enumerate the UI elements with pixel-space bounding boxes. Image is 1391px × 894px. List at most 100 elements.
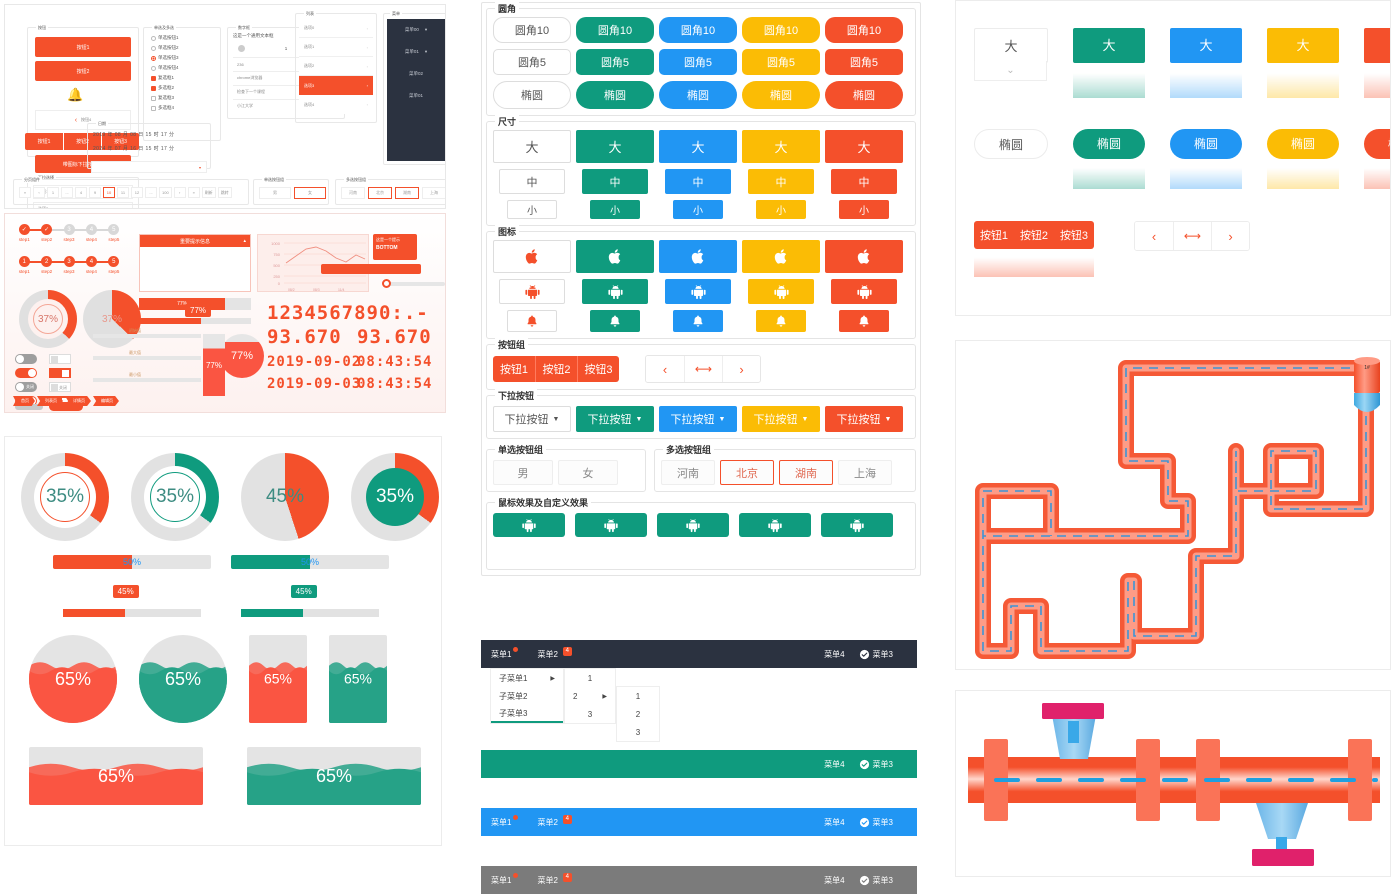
size-button-blue[interactable]: 中 — [665, 169, 731, 194]
step-item[interactable]: ✓ step1 — [13, 224, 47, 242]
list-item[interactable]: 选项1 › — [299, 38, 373, 57]
right-size-button-default[interactable]: 大 — [974, 28, 1048, 63]
bell-icon-button-blue[interactable] — [673, 310, 723, 332]
menu-item[interactable]: 菜单3 — [859, 817, 893, 828]
slider-handle[interactable] — [382, 279, 391, 288]
chevron-down-icon[interactable]: ⌄ — [974, 61, 1047, 81]
pager-check-item[interactable]: 上海 — [422, 187, 445, 199]
submenu-item-active[interactable]: 子菜单3 — [491, 705, 563, 723]
submenu-item[interactable]: 3 — [617, 723, 659, 741]
size-button-red[interactable]: 小 — [839, 200, 889, 219]
right-ellipse-button-red[interactable]: 椭圆 — [1364, 129, 1390, 159]
group-button-2[interactable]: 按钮2 — [535, 356, 577, 382]
step-item[interactable]: 2 step2 — [35, 256, 70, 274]
submenu-item[interactable]: 2 ▶ — [565, 687, 615, 705]
group-button-1[interactable]: 按钮1 — [493, 356, 535, 382]
radius-button-blue[interactable]: 圆角5 — [659, 49, 737, 75]
square-toggle-on[interactable] — [49, 368, 71, 378]
right-size-button-green[interactable]: 大 — [1073, 28, 1145, 63]
menu-item[interactable]: 菜单4 — [824, 759, 844, 770]
radius-button-red[interactable]: 圆角5 — [825, 49, 903, 75]
slider-track-4[interactable] — [93, 378, 201, 382]
bell-icon-button-green[interactable] — [590, 310, 640, 332]
size-button-yellow[interactable]: 大 — [742, 130, 820, 163]
radius-button-yellow[interactable]: 椭圆 — [742, 81, 820, 109]
slider-track-2[interactable] — [93, 334, 201, 338]
breadcrumb-item[interactable]: 详情页 — [65, 396, 91, 406]
menu-item[interactable]: 菜单3 — [859, 875, 893, 886]
pager-item[interactable]: 1 — [47, 187, 59, 198]
menu-item[interactable]: 菜单2 4 — [537, 646, 572, 660]
submenu-item[interactable]: 1 — [565, 669, 615, 687]
square-toggle-off-labeled[interactable]: 关闭 — [49, 382, 71, 392]
dropdown-button-blue[interactable]: 下拉按钮 ▼ — [659, 406, 737, 432]
right-size-button-blue[interactable]: 大 — [1170, 28, 1242, 63]
list-item[interactable]: 选项4 › — [299, 95, 373, 114]
radius-button-blue[interactable]: 椭圆 — [659, 81, 737, 109]
checkbox-button-option[interactable]: 河南 — [661, 460, 715, 485]
pager-radio-item[interactable]: 女 — [294, 187, 326, 199]
menu-item[interactable]: 菜单1 — [491, 872, 519, 886]
apple-icon-button-green[interactable] — [576, 240, 654, 273]
checkbox-button-option-selected[interactable]: 北京 — [720, 460, 774, 485]
right-ellipse-button-yellow[interactable]: 椭圆 — [1267, 129, 1339, 159]
right-group-button-2[interactable]: 按钮2 — [1014, 221, 1054, 249]
radius-button-green[interactable]: 椭圆 — [576, 81, 654, 109]
dropdown-button-green[interactable]: 下拉按钮 ▼ — [576, 406, 654, 432]
pager-radio-item[interactable]: 男 — [259, 187, 291, 199]
radius-button-green[interactable]: 圆角10 — [576, 17, 654, 43]
pager-item[interactable]: 刷新 — [201, 187, 216, 198]
collapse-icon[interactable]: ▴ — [243, 238, 246, 244]
right-size-button-yellow[interactable]: 大 — [1267, 28, 1339, 63]
apple-icon-button-default[interactable] — [493, 240, 571, 273]
form-check-item[interactable]: 多选框4 — [151, 105, 179, 111]
right-ellipse-button-green[interactable]: 椭圆 — [1073, 129, 1145, 159]
dropdown-button-red[interactable]: 下拉按钮 ▼ — [825, 406, 903, 432]
menu-item[interactable]: 菜单1 — [491, 814, 519, 828]
hover-effect-button[interactable] — [739, 513, 811, 537]
dark-menu-item[interactable]: 菜单01 — [387, 85, 445, 107]
step-item[interactable]: 5 step5 — [103, 256, 125, 274]
right-size-button-red[interactable]: 大 — [1364, 28, 1390, 63]
pager-item[interactable]: ... — [61, 187, 73, 198]
form-group-btn-1[interactable]: 按钮1 — [25, 133, 63, 150]
menu-item[interactable]: 菜单3 — [859, 649, 893, 660]
size-button-blue[interactable]: 大 — [659, 130, 737, 163]
right-group-button-3[interactable]: 按钮3 — [1054, 221, 1094, 249]
slider-bar-red[interactable] — [321, 264, 421, 274]
submenu-item[interactable]: 子菜单2 — [491, 687, 563, 705]
menu-item[interactable]: 菜单2 4 — [537, 814, 572, 828]
hover-effect-button[interactable] — [821, 513, 893, 537]
android-icon-button-blue[interactable] — [665, 279, 731, 304]
radio-button-option[interactable]: 女 — [558, 460, 618, 485]
pager-item[interactable]: » — [187, 187, 200, 198]
form-check-item[interactable]: 复选框3 — [151, 95, 179, 101]
arrows-horizontal-icon[interactable]: ⟷ — [684, 356, 722, 382]
checkbox-button-option-selected[interactable]: 湖南 — [779, 460, 833, 485]
breadcrumb-item[interactable]: 编辑页 — [93, 396, 119, 406]
dark-menu-item[interactable]: 菜单02 — [387, 63, 445, 85]
radius-button-red[interactable]: 椭圆 — [825, 81, 903, 109]
menu-item[interactable]: 菜单4 — [824, 649, 844, 660]
pager-check-item[interactable]: 湖南 — [395, 187, 419, 199]
right-button-group[interactable]: 按钮1 按钮2 按钮3 — [974, 221, 1094, 249]
size-button-yellow[interactable]: 中 — [748, 169, 814, 194]
form-date-2[interactable]: 2024 年 07 月 16 日 15 时 17 分 — [93, 145, 174, 152]
group-button-3[interactable]: 按钮3 — [577, 356, 619, 382]
hover-effect-button[interactable] — [657, 513, 729, 537]
minus-icon[interactable] — [238, 44, 245, 52]
menu-item[interactable]: 菜单4 — [824, 875, 844, 886]
size-button-yellow[interactable]: 小 — [756, 200, 806, 219]
radius-button-default[interactable]: 椭圆 — [493, 81, 571, 109]
pager-item[interactable]: 100 — [159, 187, 172, 198]
bell-icon-button-yellow[interactable] — [756, 310, 806, 332]
list-item[interactable]: 选项0 › — [299, 19, 373, 38]
apple-icon-button-blue[interactable] — [659, 240, 737, 273]
hover-effect-button[interactable] — [575, 513, 647, 537]
apple-icon-button-red[interactable] — [825, 240, 903, 273]
menu-item[interactable]: 菜单4 — [824, 817, 844, 828]
radius-button-default[interactable]: 圆角10 — [493, 17, 571, 43]
submenu-item[interactable]: 子菜单1 ▶ — [491, 669, 563, 687]
right-group-button-1[interactable]: 按钮1 — [974, 221, 1014, 249]
chevron-right-icon[interactable]: › — [1211, 222, 1249, 250]
